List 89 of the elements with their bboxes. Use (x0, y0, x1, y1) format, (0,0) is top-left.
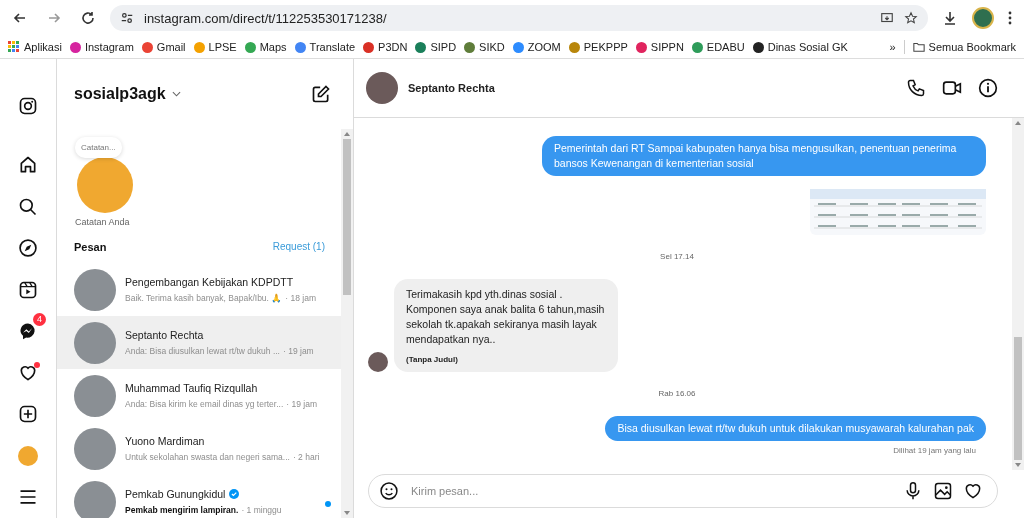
star-icon[interactable] (904, 11, 918, 25)
message-input[interactable]: Kirim pesan... (409, 484, 893, 498)
contact-name[interactable]: Septanto Rechta (408, 82, 495, 94)
attachment-caption: (Tanpa Judul) (406, 355, 459, 364)
scrollbar-thumb[interactable] (1014, 336, 1022, 460)
more-bookmarks-button[interactable]: » (889, 41, 896, 53)
message-preview: Anda: Bisa kirim ke email dinas yg terter... (125, 399, 284, 409)
photo-placeholder (74, 427, 116, 470)
scrollbar-thumb[interactable] (343, 139, 351, 295)
bookmark[interactable]: Maps (244, 41, 287, 53)
conversation-item[interactable]: Muhammad Taufiq Rizqullah Anda: Bisa kirim ke email dinas yg terter... · 19 jam (57, 369, 341, 422)
conversation-item[interactable]: Septanto Rechta Anda: Bisa diusulkan lewat rt/tw dukuh ... · 19 jam (57, 316, 341, 369)
note-label: Catatan Anda (75, 217, 130, 227)
all-bookmarks-folder[interactable]: Semua Bookmark (912, 41, 1016, 53)
profile-avatar[interactable] (972, 7, 994, 29)
heart-icon[interactable] (963, 481, 983, 501)
compose-icon[interactable] (311, 84, 331, 104)
message-preview: Untuk sekolahan swasta dan negeri sama... (125, 452, 290, 462)
sent-message: Bisa diusulkan lewat rt/tw dukuh untuk dilakukan musyawarah kalurahan pak (605, 416, 986, 441)
received-message: Terimakasih kpd yth.dinas sosial . Komponen saya anak balita 6 tahun,masih sekolah tk.apakah sekiranya masih layak mendapatkan nya.. (406, 287, 606, 347)
photo-placeholder (366, 72, 398, 104)
contact-name: Yuono Mardiman (125, 435, 205, 447)
scrollbar[interactable] (341, 129, 353, 518)
sent-message: Pemerintah dari RT Sampai kabupaten hanya bisa mengusulkan, penentuan penerima bansos Kewenangan di kementerian sosial (542, 136, 986, 176)
image-icon[interactable] (933, 481, 953, 501)
address-bar[interactable]: instagram.com/direct/t/112253530171238/ (110, 5, 928, 31)
compass-icon[interactable] (18, 238, 38, 259)
bookmark[interactable]: SIPPN (635, 41, 684, 53)
bookmark[interactable]: EDABU (691, 41, 745, 53)
scroll-down-icon[interactable] (1015, 463, 1021, 467)
note-bubble[interactable]: Catatan... (75, 137, 122, 158)
photo-placeholder (74, 480, 116, 518)
scroll-down-icon[interactable] (344, 511, 350, 515)
scroll-up-icon[interactable] (1015, 121, 1021, 125)
contact-name: Septanto Rechta (125, 329, 204, 341)
grid-icon (8, 41, 20, 53)
photo-placeholder (74, 268, 116, 311)
message-time: · 19 jam (286, 399, 317, 409)
conversation-item[interactable]: Yuono Mardiman Untuk sekolahan swasta dan negeri sama... · 2 hari (57, 422, 341, 475)
unread-dot (325, 501, 331, 507)
phone-icon[interactable] (906, 78, 926, 98)
instagram-logo-icon[interactable] (18, 95, 38, 116)
search-icon[interactable] (18, 196, 38, 217)
url-text: instagram.com/direct/t/112253530171238/ (144, 10, 387, 26)
apps-bookmark[interactable]: Aplikasi (8, 41, 62, 53)
bookmark[interactable]: Dinas Sosial GK (752, 41, 848, 53)
message-preview: Pemkab mengirim lampiran. (125, 505, 239, 515)
messages-heading: Pesan (74, 241, 107, 253)
chevron-down-icon[interactable] (171, 91, 181, 97)
message-time: · 19 jam (283, 346, 314, 356)
timestamp: Rab 16.06 (658, 389, 696, 398)
message-time: · 18 jam (285, 293, 317, 303)
install-icon[interactable] (880, 11, 894, 25)
timestamp: Sel 17.14 (660, 252, 694, 261)
message-preview: Anda: Bisa diusulkan lewat rt/tw dukuh ... (125, 346, 280, 356)
bookmark[interactable]: Instagram (69, 41, 134, 53)
info-icon[interactable] (978, 78, 998, 98)
emoji-icon[interactable] (379, 481, 399, 501)
folder-icon (912, 41, 925, 53)
notification-badge: 4 (33, 313, 46, 327)
photo-placeholder (74, 321, 116, 364)
bookmark[interactable]: PEKPPP (568, 41, 628, 53)
message-time: · 2 hari (292, 452, 320, 462)
bookmark[interactable]: SIPD (415, 41, 457, 53)
home-icon[interactable] (18, 155, 38, 176)
photo-placeholder (368, 352, 388, 372)
contact-name: Pengembangan Kebijakan KDPDTT (125, 276, 294, 288)
microphone-icon[interactable] (903, 481, 923, 501)
contact-name: Pemkab Gunungkidul (125, 488, 226, 500)
bookmark[interactable]: P3DN (363, 41, 408, 53)
reels-icon[interactable] (18, 279, 38, 300)
seen-status: Dilihat 19 jam yang lalu (893, 446, 976, 455)
account-switcher[interactable]: sosialp3agk (74, 85, 166, 103)
photo-placeholder (74, 374, 116, 417)
bookmark[interactable]: Gmail (141, 41, 186, 53)
contact-name: Muhammad Taufiq Rizqullah (125, 382, 258, 394)
scrollbar[interactable] (1012, 118, 1024, 470)
video-camera-icon[interactable] (942, 78, 962, 98)
bookmark[interactable]: SIKD (464, 41, 505, 53)
conversation-item[interactable]: Pengembangan Kebijakan KDPDTT Baik. Terima kasih banyak, Bapak/Ibu. 🙏 · 18 jam (57, 263, 341, 316)
bookmark[interactable]: LPSE (193, 41, 237, 53)
site-settings-icon[interactable] (120, 11, 134, 25)
message-time: · 1 minggu (241, 505, 282, 515)
bookmark[interactable]: ZOOM (512, 41, 561, 53)
scroll-up-icon[interactable] (344, 132, 350, 136)
bookmark[interactable]: Translate (294, 41, 356, 53)
conversation-item[interactable]: Pemkab Gunungkidul Pemkab mengirim lampiran. · 1 minggu (57, 475, 341, 518)
message-preview: Baik. Terima kasih banyak, Bapak/Ibu. 🙏 (125, 293, 283, 303)
plus-square-icon[interactable] (18, 404, 38, 425)
